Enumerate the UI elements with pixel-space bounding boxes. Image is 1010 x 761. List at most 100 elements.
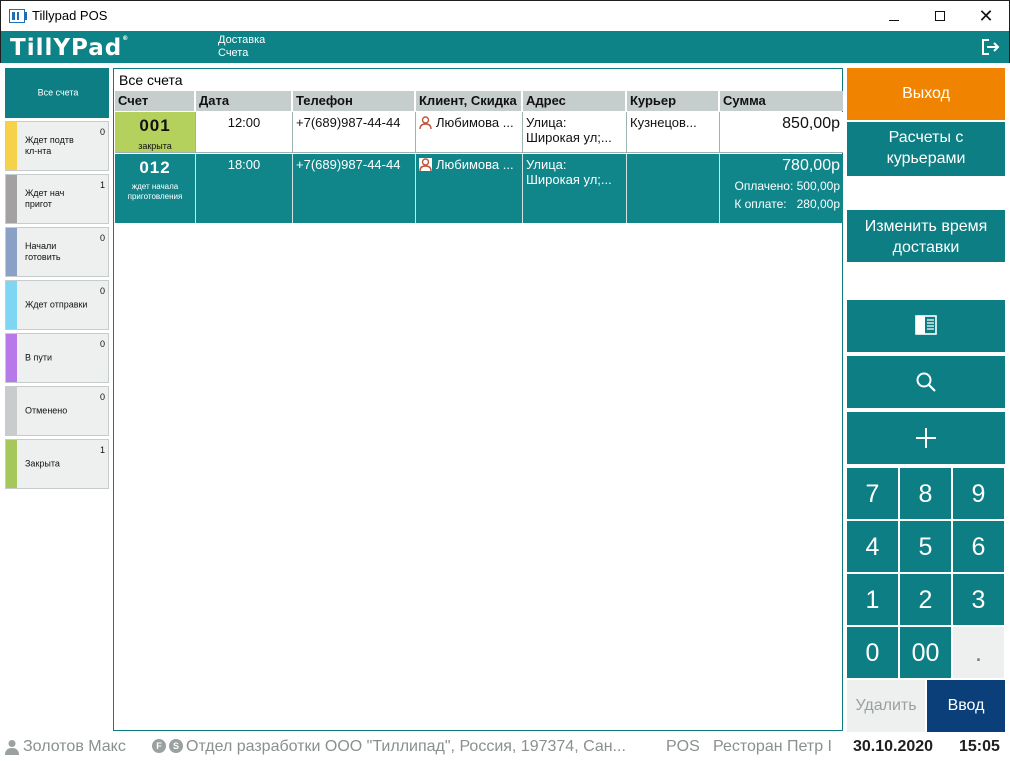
status-filter-panel: Все счета Ждет подтв кл-нта 0 Ждет нач п…: [5, 68, 109, 492]
tillypad-logo: TillYPad®: [10, 35, 130, 61]
breadcrumb-subsection: Счета: [218, 47, 249, 59]
logout-icon[interactable]: [982, 39, 1000, 55]
bill-status: закрыта: [138, 141, 172, 151]
status-color-bar: [6, 440, 17, 488]
breadcrumb: Доставка Счета: [218, 34, 265, 60]
current-date: 30.10.2020: [853, 738, 934, 755]
status-color-bar: [6, 122, 17, 170]
delivery-time: 12:00: [196, 112, 293, 152]
filter-label: Закрыта: [25, 458, 60, 469]
status-color-bar: [6, 175, 17, 223]
key-4[interactable]: 4: [847, 521, 898, 572]
client-cell: Любимова ...: [416, 154, 523, 223]
exit-button[interactable]: Выход: [847, 68, 1005, 120]
filter-label: Отменено: [25, 405, 68, 416]
filter-on-the-way[interactable]: В пути 0: [5, 333, 109, 383]
filter-count: 1: [99, 445, 105, 455]
filter-wait-client[interactable]: Ждет подтв кл-нта 0: [5, 121, 109, 171]
user-name: Золотов Макс: [23, 738, 126, 755]
enter-button[interactable]: Ввод: [927, 680, 1005, 732]
filter-count: 0: [99, 233, 105, 243]
phone: +7(689)987-44-44: [293, 112, 416, 152]
window-titlebar: Tillypad POS ✕: [0, 0, 1010, 31]
table-title: Все счета: [119, 72, 183, 88]
client-icon: [419, 158, 432, 171]
bill-status: ждет начала приготовления: [127, 182, 183, 201]
filter-count: 0: [99, 339, 105, 349]
filter-wait-cooking[interactable]: Ждет нач пригот 1: [5, 174, 109, 224]
filter-count: 0: [99, 392, 105, 402]
status-bar: Золотов Макс F S Отдел разработки ООО "Т…: [0, 735, 1010, 761]
key-dot[interactable]: .: [953, 627, 1004, 678]
restaurant-name: Ресторан Петр I: [713, 738, 832, 755]
maximize-button[interactable]: [917, 1, 963, 32]
amount-due: К оплате: 280,00р: [723, 197, 840, 211]
minimize-button[interactable]: [871, 1, 917, 32]
key-7[interactable]: 7: [847, 468, 898, 519]
key-2[interactable]: 2: [900, 574, 951, 625]
amount-due-value: 280,00р: [796, 197, 840, 211]
column-header[interactable]: Дата доставки: [196, 91, 293, 123]
sum: 780,00р: [782, 157, 840, 174]
client-icon: [419, 116, 432, 129]
fiscal-badge: F: [152, 739, 166, 753]
bill-number: 001: [139, 116, 171, 135]
sum-cell: 780,00р Оплачено: 500,00р К оплате: 280,…: [720, 154, 843, 223]
status-color-bar: [6, 228, 17, 276]
close-button[interactable]: ✕: [963, 1, 1009, 32]
filter-all-bills[interactable]: Все счета: [5, 68, 109, 118]
key-5[interactable]: 5: [900, 521, 951, 572]
document-icon: [915, 315, 937, 335]
column-header[interactable]: Адрес: [523, 91, 627, 111]
key-3[interactable]: 3: [953, 574, 1004, 625]
key-00[interactable]: 00: [900, 627, 951, 678]
key-9[interactable]: 9: [953, 468, 1004, 519]
app-icon: [9, 9, 27, 23]
table-row[interactable]: 001 закрыта 12:00 +7(689)987-44-44 Любим…: [115, 112, 843, 153]
key-0[interactable]: 0: [847, 627, 898, 678]
bill-number: 012: [139, 158, 171, 177]
column-header[interactable]: Курьер: [627, 91, 720, 111]
table-header: Счет Дата доставки Телефон Клиент, Скидк…: [115, 91, 843, 123]
filter-closed[interactable]: Закрыта 1: [5, 439, 109, 489]
column-header[interactable]: Клиент, Скидка: [416, 91, 523, 111]
column-header[interactable]: Счет: [115, 91, 196, 111]
client-name: Любимова ...: [436, 157, 514, 172]
column-header[interactable]: Телефон: [293, 91, 416, 111]
bills-table: Все счета Счет Дата доставки Телефон Кли…: [113, 68, 843, 731]
column-header[interactable]: Сумма: [720, 91, 843, 111]
filter-label: Ждет нач пригот: [25, 188, 65, 209]
status-color-bar: [6, 387, 17, 435]
client-name: Любимова ...: [436, 115, 514, 130]
key-6[interactable]: 6: [953, 521, 1004, 572]
amount-due-label: К оплате:: [734, 197, 787, 211]
filter-count: 1: [99, 180, 105, 190]
filter-count: 0: [99, 127, 105, 137]
table-row-selected[interactable]: 012 ждет начала приготовления 18:00 +7(6…: [115, 154, 843, 223]
add-bill-button[interactable]: [847, 412, 1005, 464]
filter-all-label: Все счета: [37, 87, 79, 98]
bill-number-cell: 012 ждет начала приготовления: [115, 154, 196, 223]
current-time: 15:05: [959, 738, 1000, 755]
change-delivery-time-button[interactable]: Изменить время доставки: [847, 210, 1005, 262]
key-8[interactable]: 8: [900, 468, 951, 519]
key-1[interactable]: 1: [847, 574, 898, 625]
shift-badge: S: [169, 739, 183, 753]
courier-settlements-button[interactable]: Расчеты с курьерами: [847, 122, 1005, 176]
courier: Кузнецов...: [627, 112, 720, 152]
bill-details-button[interactable]: [847, 300, 1005, 352]
filter-label: В пути: [25, 352, 53, 363]
filter-cancelled[interactable]: Отменено 0: [5, 386, 109, 436]
courier: [627, 154, 720, 223]
filter-count: 0: [99, 286, 105, 296]
status-color-bar: [6, 334, 17, 382]
filter-label: Начали готовить: [25, 241, 61, 262]
search-button[interactable]: [847, 356, 1005, 408]
bill-number-cell: 001 закрыта: [115, 112, 196, 152]
delete-button[interactable]: Удалить: [847, 680, 925, 732]
filter-wait-dispatch[interactable]: Ждет отправки 0: [5, 280, 109, 330]
filter-cooking[interactable]: Начали готовить 0: [5, 227, 109, 277]
filter-label: Ждет подтв кл-нта: [25, 135, 74, 156]
breadcrumb-section: Доставка: [218, 34, 266, 46]
window-title: Tillypad POS: [32, 8, 108, 23]
